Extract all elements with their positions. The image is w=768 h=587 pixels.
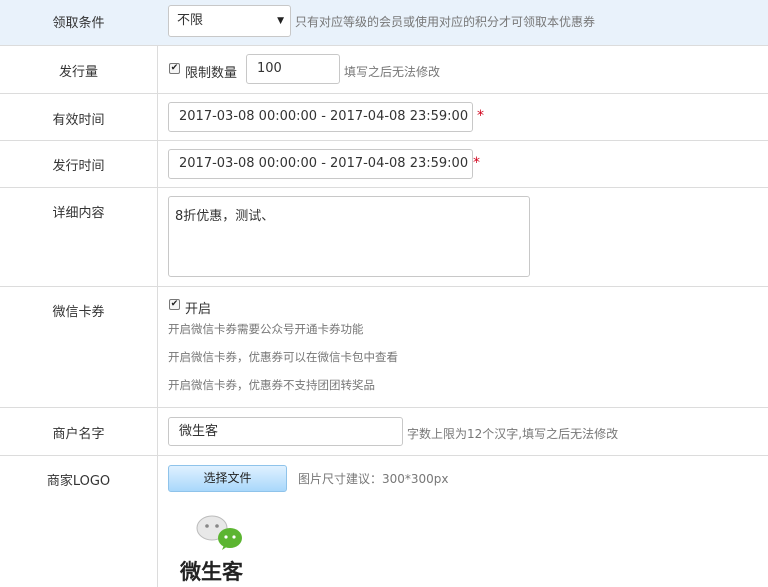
wechat-card-enable-label: 开启 [185,302,212,317]
claim-condition-hint: 只有对应等级的会员或使用对应的积分才可领取本优惠券 [295,15,596,29]
wechat-card-note: 开启微信卡券需要公众号开通卡券功能 [168,322,364,336]
wechat-card-note: 开启微信卡券，优惠券可以在微信卡包中查看 [168,350,398,364]
merchant-name-hint: 字数上限为12个汉字,填写之后无法修改 [407,427,619,441]
issue-quantity-hint: 填写之后无法修改 [344,65,441,79]
claim-condition-label: 领取条件 [52,16,105,31]
quantity-input[interactable]: 100 [246,54,340,84]
merchant-logo-image: 微生客 [180,510,262,587]
row-details: 详细内容 8折优惠，测试、 [0,188,768,287]
claim-condition-select-value: 不限 [177,13,204,28]
issue-time-required-mark: * [473,155,480,171]
choose-file-button[interactable]: 选择文件 [168,465,287,492]
row-issue-quantity: 发行量 ✔ 限制数量 100 填写之后无法修改 [0,46,768,94]
merchant-name-input[interactable]: 微生客 [168,417,403,446]
issue-time-input[interactable]: 2017-03-08 00:00:00 - 2017-04-08 23:59:0… [168,149,473,179]
checkmark-icon: ✔ [170,299,179,309]
valid-time-label: 有效时间 [52,113,105,128]
checkmark-icon: ✔ [170,63,179,73]
claim-condition-select[interactable]: 不限 ▼ [168,5,291,37]
issue-time-label: 发行时间 [52,159,105,174]
valid-time-required-mark: * [477,108,484,124]
merchant-logo-label: 商家LOGO [46,474,111,489]
row-merchant-name: 商户名字 微生客 字数上限为12个汉字,填写之后无法修改 [0,408,768,456]
wechat-card-note: 开启微信卡券，优惠券不支持团团转奖品 [168,378,375,392]
details-textarea[interactable]: 8折优惠，测试、 [168,196,530,277]
row-wechat-card: 微信卡券 ✔ 开启 开启微信卡券需要公众号开通卡券功能 开启微信卡券，优惠券可以… [0,287,768,408]
row-issue-time: 发行时间 2017-03-08 00:00:00 - 2017-04-08 23… [0,141,768,188]
row-claim-condition: 领取条件 不限 ▼ 只有对应等级的会员或使用对应的积分才可领取本优惠券 [0,0,768,46]
logo-text: 微生客 [180,560,243,584]
wechat-card-label: 微信卡券 [52,305,105,320]
coupon-form: 领取条件 不限 ▼ 只有对应等级的会员或使用对应的积分才可领取本优惠券 发行量 … [0,0,768,587]
wechat-card-checkbox[interactable]: ✔ [169,299,180,310]
details-label: 详细内容 [52,206,105,221]
limit-quantity-label: 限制数量 [185,66,238,81]
limit-quantity-checkbox[interactable]: ✔ [169,63,180,74]
merchant-name-label: 商户名字 [52,427,105,442]
row-merchant-logo: 商家LOGO 选择文件 图片尺寸建议：300*300px [0,456,768,587]
logo-size-hint: 图片尺寸建议：300*300px [298,472,449,486]
valid-time-input[interactable]: 2017-03-08 00:00:00 - 2017-04-08 23:59:0… [168,102,473,132]
issue-quantity-label: 发行量 [58,65,98,80]
chevron-down-icon: ▼ [277,16,284,26]
row-valid-time: 有效时间 2017-03-08 00:00:00 - 2017-04-08 23… [0,94,768,141]
wechat-bubbles-icon [196,515,242,550]
